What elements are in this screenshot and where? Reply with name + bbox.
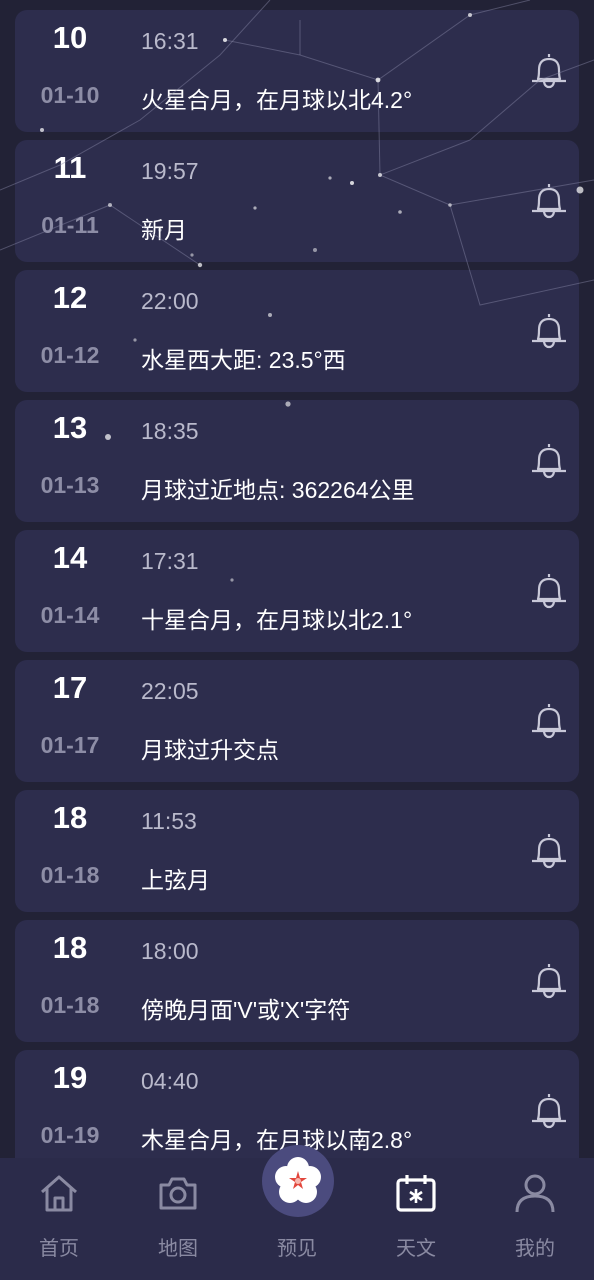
nav-map-label: 地图	[158, 1238, 198, 1260]
event-title: 月球过近地点: 362264公里	[141, 477, 415, 503]
bell-icon[interactable]	[529, 700, 569, 740]
nav-preview-label: 预见	[277, 1238, 317, 1260]
event-time: 18:35	[141, 418, 199, 444]
event-card[interactable]: 12 01-12 22:00 水星西大距: 23.5°西	[15, 270, 579, 392]
bell-icon[interactable]	[529, 310, 569, 350]
event-date: 01-12	[40, 342, 100, 368]
event-day: 14	[52, 540, 88, 575]
bell-icon[interactable]	[529, 830, 569, 870]
event-card[interactable]: 13 01-13 18:35 月球过近地点: 362264公里	[15, 400, 579, 522]
event-time: 18:00	[141, 938, 199, 964]
event-date: 01-17	[40, 732, 100, 758]
nav-home-label: 首页	[39, 1238, 79, 1260]
bell-icon[interactable]	[529, 570, 569, 610]
nav-map[interactable]: 地图	[119, 1158, 237, 1280]
event-date: 01-10	[40, 82, 100, 108]
event-date: 01-18	[40, 862, 100, 888]
bell-icon[interactable]	[529, 1090, 569, 1130]
nav-astronomy-label: 天文	[396, 1238, 436, 1260]
event-day: 18	[52, 800, 88, 835]
event-title: 火星合月，在月球以北4.2°	[141, 87, 413, 113]
event-time: 22:05	[141, 678, 199, 704]
event-time: 22:00	[141, 288, 199, 314]
event-day: 10	[52, 20, 88, 55]
event-date: 01-19	[40, 1122, 100, 1148]
event-card[interactable]: 18 01-18 11:53 上弦月	[15, 790, 579, 912]
preview-button[interactable]	[262, 1145, 334, 1217]
event-title: 月球过升交点	[141, 737, 279, 763]
person-icon	[515, 1174, 555, 1213]
event-card[interactable]: 10 01-10 16:31 火星合月，在月球以北4.2°	[15, 10, 579, 132]
event-date: 01-13	[40, 472, 100, 498]
nav-astronomy[interactable]: 天文	[357, 1158, 475, 1280]
event-time: 19:57	[141, 158, 199, 184]
nav-mine[interactable]: 我的	[476, 1158, 594, 1280]
camera-icon	[159, 1177, 197, 1210]
event-time: 16:31	[141, 28, 199, 54]
bell-icon[interactable]	[529, 50, 569, 90]
event-date: 01-11	[41, 212, 99, 238]
event-title: 傍晚月面'V'或'X'字符	[141, 997, 351, 1023]
event-title: 水星西大距: 23.5°西	[141, 347, 346, 373]
event-card[interactable]: 17 01-17 22:05 月球过升交点	[15, 660, 579, 782]
event-time: 11:53	[141, 808, 197, 834]
event-card[interactable]: 19 01-19 04:40 木星合月，在月球以南2.8°	[15, 1050, 579, 1160]
event-day: 18	[52, 930, 88, 965]
nav-home[interactable]: 首页	[0, 1158, 118, 1280]
event-card[interactable]: 11 01-11 19:57 新月	[15, 140, 579, 262]
calendar-icon	[396, 1175, 436, 1212]
bell-icon[interactable]	[529, 960, 569, 1000]
event-day: 13	[52, 410, 88, 445]
event-card[interactable]: 14 01-14 17:31 十星合月，在月球以北2.1°	[15, 530, 579, 652]
event-title: 上弦月	[141, 867, 210, 893]
event-day: 11	[53, 150, 87, 185]
event-day: 17	[52, 670, 88, 705]
event-date: 01-14	[40, 602, 100, 628]
event-day: 12	[52, 280, 88, 315]
event-title: 新月	[141, 217, 187, 243]
event-time: 17:31	[141, 548, 199, 574]
event-title: 十星合月，在月球以北2.1°	[141, 607, 413, 633]
nav-mine-label: 我的	[515, 1238, 555, 1260]
bell-icon[interactable]	[529, 180, 569, 220]
event-time: 04:40	[141, 1068, 199, 1094]
event-day: 19	[52, 1060, 88, 1095]
plum-blossom-icon	[275, 1157, 321, 1203]
event-list: 10 01-10 16:31 火星合月，在月球以北4.2° 11 01-11 1…	[0, 0, 594, 1160]
bell-icon[interactable]	[529, 440, 569, 480]
event-card[interactable]: 18 01-18 18:00 傍晚月面'V'或'X'字符	[15, 920, 579, 1042]
home-icon	[41, 1175, 77, 1212]
event-date: 01-18	[40, 992, 100, 1018]
